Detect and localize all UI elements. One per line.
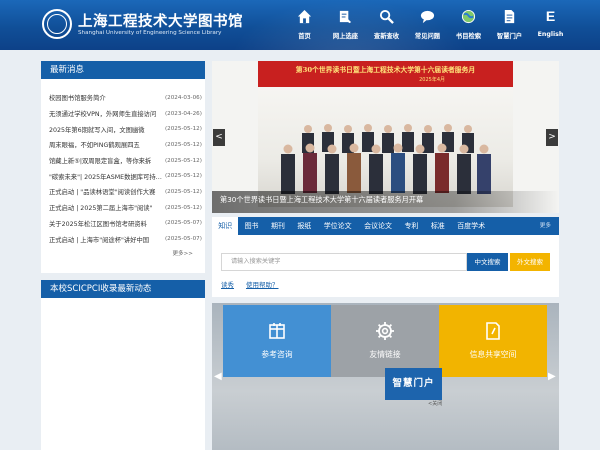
photo-banner-date: 2025年4月 xyxy=(419,77,445,83)
left-column: 最新消息 校园图书馆服务简介 (2024-03-06) 无须通过学校VPN，外网师… xyxy=(41,61,205,450)
seat-select-icon xyxy=(337,8,354,25)
consult-icon xyxy=(269,323,285,339)
news-item[interactable]: 正式启动 | 上海市"阅途杯"讲好中国 (2025-05-07) xyxy=(49,231,205,247)
info-share-space-label: 信息共享空间 xyxy=(469,350,517,359)
chinese-search-button[interactable]: 中文搜索 xyxy=(467,253,508,271)
tab-theses[interactable]: 学位论文 xyxy=(318,217,358,235)
nav-catalog-search[interactable]: 书目检索 xyxy=(448,8,489,44)
home-icon xyxy=(296,8,313,25)
group-photo-people xyxy=(281,124,491,194)
globe-icon xyxy=(460,8,477,25)
tab-baidu-scholar[interactable]: 百度学术 xyxy=(451,217,491,235)
site-title[interactable]: 上海工程技术大学图书馆 xyxy=(78,10,243,31)
banner-prev-button[interactable]: < xyxy=(213,129,225,146)
banner-caption-bar: 第30个世界读书日暨上海工程技术大学第十六届读者服务月开幕 xyxy=(212,191,559,213)
tab-knowledge[interactable]: 知识 xyxy=(212,217,239,235)
help-link[interactable]: 使用帮助？ xyxy=(246,279,279,289)
university-logo[interactable] xyxy=(42,9,72,39)
news-item[interactable]: 周末眼福，不如PING鹤观展四五 (2025-05-12) xyxy=(49,137,205,153)
duxiu-link[interactable]: 读秀 xyxy=(221,279,234,289)
nav-novelty-search-label: 查新查收 xyxy=(373,33,400,40)
magnifier-icon xyxy=(378,8,395,25)
nav-smart-portal-label: 智慧门户 xyxy=(496,33,523,40)
search-tabs: 知识 图书 期刊 报纸 学位论文 会议论文 专利 标准 百度学术 更多 xyxy=(212,217,559,235)
search-links: 读秀 使用帮助？ xyxy=(221,279,279,289)
portal-section: 参考咨询 友情链接 信息共享空间 智慧门户 <关闭 ◀ ▶ xyxy=(212,303,559,450)
portal-next-arrow[interactable]: ▶ xyxy=(548,371,556,382)
news-item[interactable]: 2025年第6期就写入间，文图幽微 (2025-05-12) xyxy=(49,121,205,137)
news-item[interactable]: 正式启动 | 2025第二届上海市"阅读" (2025-05-12) xyxy=(49,200,205,216)
gear-icon xyxy=(376,322,394,340)
nav-seat-select-label: 网上选座 xyxy=(332,33,359,40)
nav-catalog-search-label: 书目检索 xyxy=(455,33,482,40)
nav-faq[interactable]: 常见问题 xyxy=(407,8,448,44)
news-item[interactable]: 正式启动 | "品读林语堂"阅读创作大赛 (2025-05-12) xyxy=(49,184,205,200)
share-space-icon xyxy=(486,322,500,340)
photo-banner-title: 第30个世界读书日暨上海工程技术大学第十六届读者服务月 xyxy=(295,66,476,74)
smart-portal-close[interactable]: <关闭 xyxy=(428,400,442,407)
chat-bubble-icon xyxy=(419,8,436,25)
news-panel-title: 最新消息 xyxy=(41,61,205,79)
top-navigation: 首页 网上选座 查新查收 常见问题 书目检索 智慧门户 E English xyxy=(284,8,571,44)
tabs-more-link[interactable]: 更多 xyxy=(540,217,551,235)
portal-prev-arrow[interactable]: ◀ xyxy=(214,371,222,382)
tab-conference-papers[interactable]: 会议论文 xyxy=(358,217,398,235)
tab-books[interactable]: 图书 xyxy=(238,217,264,235)
news-item[interactable]: "碳索未来"| 2025年ASME数据库可持续发展 (2025-05-12) xyxy=(49,168,205,184)
sci-panel-title: 本校SCICPCI收录最新动态 xyxy=(41,280,205,298)
nav-home[interactable]: 首页 xyxy=(284,8,325,44)
news-more-link[interactable]: 更多>> xyxy=(49,249,205,257)
document-icon xyxy=(501,8,518,25)
nav-english[interactable]: E English xyxy=(530,8,571,44)
sci-panel-body xyxy=(41,298,205,450)
tab-standards[interactable]: 标准 xyxy=(425,217,451,235)
site-header: 上海工程技术大学图书馆 Shanghai University of Engin… xyxy=(0,0,600,50)
smart-portal-button[interactable]: 智慧门户 xyxy=(385,368,442,400)
news-item[interactable]: 馆藏上新⑤|双周限定盲盒，等你来拆 (2025-05-12) xyxy=(49,153,205,169)
banner-carousel: 第30个世界读书日暨上海工程技术大学第十六届读者服务月 2025年4月 第30个… xyxy=(212,61,559,213)
info-share-space-tile[interactable]: 信息共享空间 xyxy=(439,305,547,377)
news-list: 校园图书馆服务简介 (2024-03-06) 无须通过学校VPN，外网师生直接访问… xyxy=(41,79,205,273)
banner-next-button[interactable]: > xyxy=(546,129,558,146)
foreign-search-button[interactable]: 外文搜索 xyxy=(510,253,550,271)
search-input[interactable]: 请输入搜索关键字 xyxy=(221,253,467,271)
nav-novelty-search[interactable]: 查新查收 xyxy=(366,8,407,44)
site-subtitle: Shanghai University of Engineering Scien… xyxy=(78,30,222,36)
nav-smart-portal[interactable]: 智慧门户 xyxy=(489,8,530,44)
news-item[interactable]: 校园图书馆服务简介 (2024-03-06) xyxy=(49,90,205,106)
nav-home-label: 首页 xyxy=(298,33,311,40)
reference-consult-tile[interactable]: 参考咨询 xyxy=(223,305,331,377)
banner-photo[interactable]: 第30个世界读书日暨上海工程技术大学第十六届读者服务月 2025年4月 xyxy=(258,61,513,207)
news-item[interactable]: 无须通过学校VPN，外网师生直接访问 (2023-04-26) xyxy=(49,106,205,122)
reference-consult-label: 参考咨询 xyxy=(261,350,293,359)
tab-newspapers[interactable]: 报纸 xyxy=(291,217,317,235)
nav-faq-label: 常见问题 xyxy=(414,33,441,40)
banner-caption[interactable]: 第30个世界读书日暨上海工程技术大学第十六届读者服务月开幕 xyxy=(220,195,423,205)
tab-patents[interactable]: 专利 xyxy=(398,217,424,235)
nav-english-label: English xyxy=(537,31,564,38)
nav-seat-select[interactable]: 网上选座 xyxy=(325,8,366,44)
friend-links-label: 友情链接 xyxy=(369,350,401,359)
friend-links-tile[interactable]: 友情链接 xyxy=(331,305,439,377)
tab-journals[interactable]: 期刊 xyxy=(265,217,291,235)
news-item[interactable]: 关于2025年松江区图书馆考研资料 (2025-05-07) xyxy=(49,216,205,232)
search-panel: 知识 图书 期刊 报纸 学位论文 会议论文 专利 标准 百度学术 更多 请输入搜… xyxy=(212,217,559,297)
english-glyph: E xyxy=(545,8,556,24)
